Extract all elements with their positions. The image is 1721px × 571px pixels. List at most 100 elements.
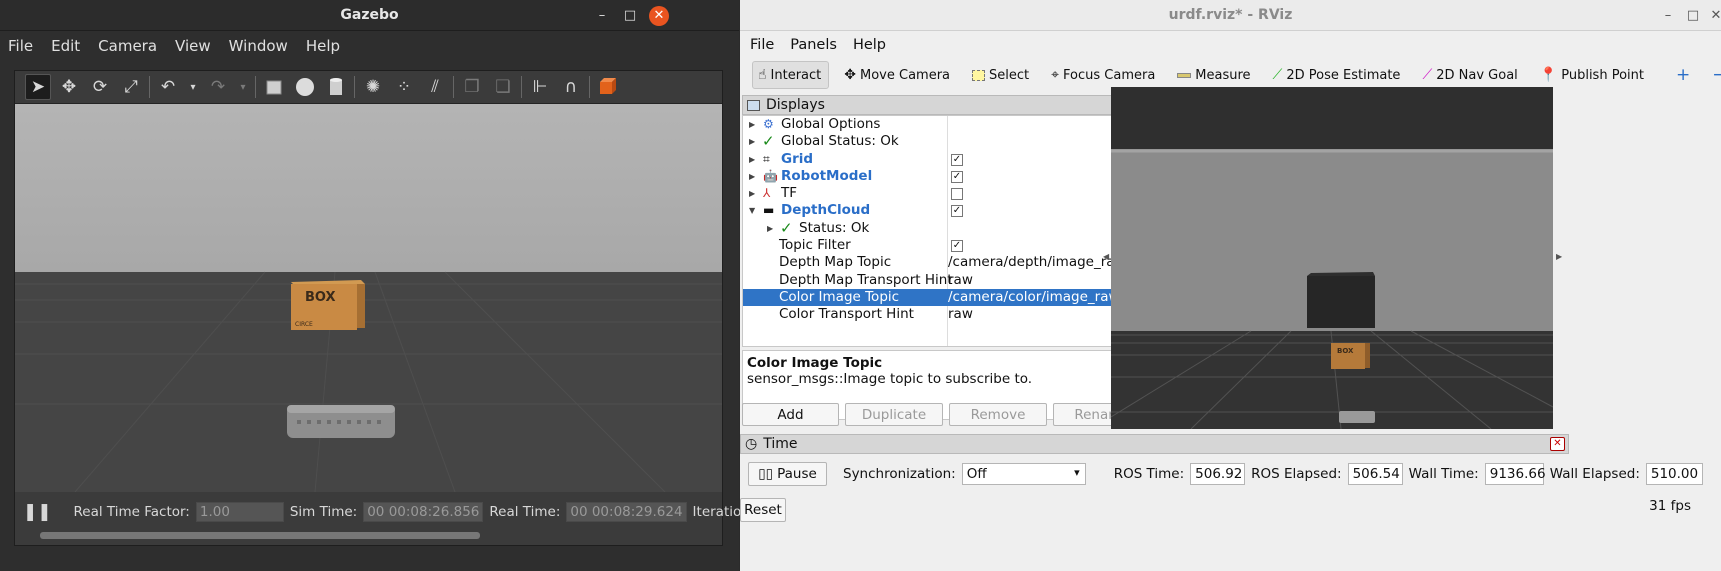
time-title: Time [763, 436, 798, 452]
undo-icon[interactable]: ↶ [155, 74, 181, 100]
view-angle-icon[interactable] [595, 74, 621, 100]
snap-icon[interactable]: ∩ [558, 74, 584, 100]
row-value[interactable]: raw [948, 272, 973, 289]
toolbar-separator [255, 76, 256, 98]
tool-2d-nav-goal[interactable]: ⟋ 2D Nav Goal [1417, 61, 1524, 89]
tool-focus-camera[interactable]: ⌖ Focus Camera [1046, 61, 1162, 89]
tool-interact[interactable]: ☝ Interact [752, 61, 830, 89]
ros-elapsed-label: ROS Elapsed: [1251, 466, 1342, 482]
horizontal-scrollbar[interactable] [40, 532, 480, 539]
row-label: Color Transport Hint [779, 306, 914, 323]
menu-panels[interactable]: Panels [790, 37, 837, 53]
pause-button[interactable]: ▯▯ Pause [748, 462, 827, 486]
sim-time-label: Sim Time: [289, 504, 358, 520]
depthcloud-checkbox[interactable]: ✓ [951, 205, 963, 218]
gear-icon: ⚙ [763, 117, 774, 131]
expand-arrow-icon[interactable]: ▶ [749, 151, 755, 168]
ros-time-field[interactable]: 506.92 [1190, 463, 1246, 485]
menu-view[interactable]: View [175, 37, 211, 55]
row-label: RobotModel [781, 167, 873, 184]
redo-dropdown-icon[interactable]: ▾ [236, 74, 250, 100]
topic-filter-checkbox[interactable]: ✓ [951, 240, 963, 253]
sync-select[interactable]: Off [961, 463, 1086, 485]
cylinder-shape-icon[interactable] [323, 74, 349, 100]
translate-icon[interactable]: ✥ [56, 74, 82, 100]
align-icon[interactable]: ⊩ [527, 74, 553, 100]
tool-move-camera[interactable]: ✥ Move Camera [839, 61, 957, 89]
rviz-box-model[interactable]: BOX [1331, 343, 1370, 369]
scale-icon[interactable]: ⤢ [118, 74, 144, 100]
displays-button-row: Add Duplicate Remove Rename [742, 403, 1157, 426]
collapse-arrow-icon[interactable]: ▼ [749, 202, 755, 219]
grid-checkbox[interactable]: ✓ [951, 153, 963, 166]
camera-sensor-model[interactable] [287, 405, 395, 438]
undo-dropdown-icon[interactable]: ▾ [186, 74, 200, 100]
wall-time-field[interactable]: 9136.66 [1484, 463, 1546, 485]
collapse-right-icon[interactable]: ▶ [1556, 252, 1562, 261]
directional-light-icon[interactable]: ⫽ [422, 74, 448, 100]
menu-camera[interactable]: Camera [98, 37, 157, 55]
expand-arrow-icon[interactable]: ▶ [749, 116, 755, 133]
box-model[interactable]: BOX CIRCE [291, 280, 365, 330]
sphere-shape-icon[interactable] [292, 74, 318, 100]
reset-button[interactable]: Reset [740, 498, 786, 522]
real-time-value: 00 00:08:29.624 [566, 502, 687, 522]
tool-select[interactable]: Select [967, 61, 1036, 89]
row-value[interactable]: /camera/depth/image_raw [948, 254, 1126, 271]
menu-window[interactable]: Window [229, 37, 288, 55]
duplicate-button[interactable]: Duplicate [845, 403, 943, 426]
add-tool-icon[interactable]: + [1671, 61, 1697, 89]
paste-icon[interactable]: ❏ [490, 74, 516, 100]
collapse-left-icon[interactable]: ◀ [1103, 252, 1109, 261]
maximize-icon[interactable]: □ [1683, 6, 1703, 26]
tool-publish-point[interactable]: 📍 Publish Point [1535, 61, 1651, 89]
expand-arrow-icon[interactable]: ▶ [767, 220, 773, 237]
remove-button[interactable]: Remove [949, 403, 1047, 426]
panel-splitter[interactable]: ◀ [1102, 87, 1111, 429]
nav-goal-icon: ⟋ [1422, 67, 1433, 83]
box-shape-icon[interactable] [261, 74, 287, 100]
spot-light-icon[interactable]: ⁘ [391, 74, 417, 100]
clock-icon: ◷ [745, 436, 758, 452]
tool-measure[interactable]: Measure [1172, 61, 1257, 89]
right-panel-collapsed[interactable]: ▶ [1553, 87, 1568, 429]
menu-edit[interactable]: Edit [51, 37, 80, 55]
minimize-icon[interactable]: – [1658, 6, 1678, 26]
menu-help[interactable]: Help [853, 37, 886, 53]
gazebo-titlebar: Gazebo – □ ✕ [0, 0, 739, 31]
close-panel-icon[interactable]: ✕ [1550, 437, 1565, 451]
redo-icon[interactable]: ↷ [205, 74, 231, 100]
displays-icon [747, 99, 760, 111]
row-value[interactable]: raw [948, 306, 973, 323]
add-button[interactable]: Add [742, 403, 839, 426]
rviz-3d-view[interactable]: BOX [1111, 87, 1553, 429]
tool-label: Interact [770, 67, 822, 83]
row-label: TF [781, 185, 798, 202]
close-icon[interactable]: ✕ [649, 6, 669, 26]
row-label: Status: Ok [799, 219, 870, 236]
robotmodel-checkbox[interactable]: ✓ [951, 170, 963, 183]
copy-icon[interactable]: ❐ [459, 74, 485, 100]
ros-elapsed-field[interactable]: 506.54 [1347, 463, 1403, 485]
expand-arrow-icon[interactable]: ▶ [749, 168, 755, 185]
row-value[interactable]: /camera/color/image_raw [948, 289, 1120, 306]
rotate-icon[interactable]: ⟳ [87, 74, 113, 100]
wall-elapsed-field[interactable]: 510.00 [1645, 463, 1703, 485]
minimize-icon[interactable]: – [592, 6, 612, 26]
maximize-icon[interactable]: □ [620, 6, 640, 26]
select-arrow-icon[interactable]: ➤ [25, 74, 51, 100]
gazebo-3d-viewport[interactable]: BOX CIRCE [15, 104, 722, 492]
sync-label: Synchronization: [843, 466, 956, 482]
expand-arrow-icon[interactable]: ▶ [749, 133, 755, 150]
menu-help[interactable]: Help [306, 37, 340, 55]
expand-arrow-icon[interactable]: ▶ [749, 185, 755, 202]
tf-checkbox[interactable] [951, 188, 963, 201]
menu-file[interactable]: File [8, 37, 33, 55]
tool-2d-pose-estimate[interactable]: ⟋ 2D Pose Estimate [1268, 61, 1408, 89]
sim-time-value: 00 00:08:26.856 [363, 502, 484, 522]
point-light-icon[interactable]: ✺ [360, 74, 386, 100]
menu-file[interactable]: File [750, 37, 774, 53]
remove-tool-icon[interactable]: − [1707, 61, 1721, 89]
pause-icon[interactable]: ❚❚ [23, 502, 52, 522]
close-icon[interactable]: ✕ [1706, 6, 1721, 26]
